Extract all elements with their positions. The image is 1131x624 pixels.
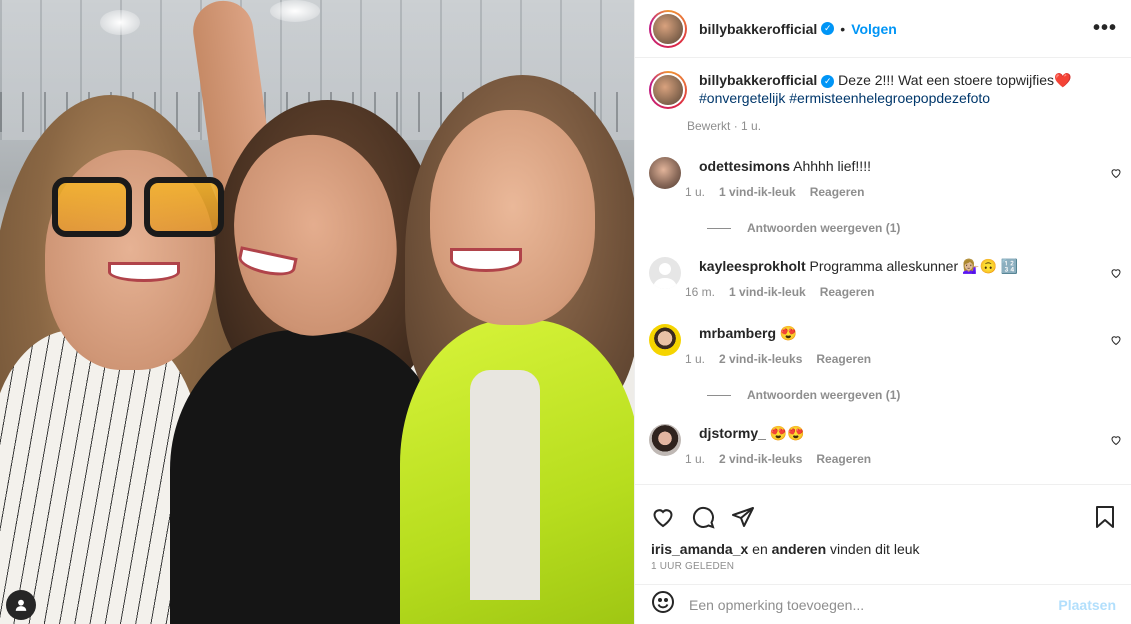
more-options-icon[interactable]: ••• (1093, 17, 1117, 40)
tagged-user-icon[interactable] (6, 590, 36, 620)
reply-button[interactable]: Reageren (816, 352, 871, 366)
post-actions: iris_amanda_x en anderen vinden dit leuk… (635, 484, 1131, 584)
post-comment-button[interactable]: Plaatsen (1058, 597, 1116, 613)
reply-button[interactable]: Reageren (820, 285, 875, 299)
comment-text: 😍 (779, 325, 798, 341)
person-right-shirt (470, 370, 540, 600)
comment-likes[interactable]: 1 vind-ik-leuk (729, 285, 806, 299)
commenter-avatar[interactable] (649, 157, 681, 189)
caption-time[interactable]: 1 u. (741, 119, 761, 133)
posted-time[interactable]: 1 UUR GELEDEN (635, 557, 1131, 572)
likes-summary[interactable]: iris_amanda_x en anderen vinden dit leuk (635, 537, 1131, 557)
comment-time[interactable]: 1 u. (685, 185, 705, 199)
comment-like-icon[interactable] (1110, 167, 1122, 182)
comment-likes[interactable]: 1 vind-ik-leuk (719, 185, 796, 199)
verified-badge-icon: ✓ (821, 74, 835, 88)
add-comment-bar: Plaatsen (635, 584, 1131, 624)
comment-input[interactable] (689, 596, 1059, 613)
comment-meta: 1 u. 2 vind-ik-leuks Reageren (685, 452, 871, 466)
comment-text: Programma alleskunner 💁🏼‍♀️🙃 🔢 (809, 258, 1019, 274)
photo-light (100, 10, 140, 35)
comment-time[interactable]: 1 u. (685, 352, 705, 366)
separator-dot: • (840, 20, 846, 37)
author-username[interactable]: billybakkerofficial (699, 21, 817, 37)
caption-meta: Bewerkt · 1 u. (687, 119, 762, 133)
person-right-face (430, 110, 595, 325)
commenter-avatar[interactable] (649, 324, 681, 356)
comments-list[interactable]: billybakkerofficial ✓ Deze 2!!! Wat een s… (635, 59, 1131, 484)
caption-avatar[interactable] (649, 71, 687, 109)
comment-icon[interactable] (691, 505, 715, 532)
view-replies-button[interactable]: Antwoorden weergeven (1) (707, 221, 900, 235)
view-replies-button[interactable]: Antwoorden weergeven (1) (707, 388, 900, 402)
comment-time[interactable]: 1 u. (685, 452, 705, 466)
sunglasses (52, 177, 227, 239)
caption: billybakkerofficial ✓ Deze 2!!! Wat een s… (649, 71, 1119, 109)
follow-button[interactable]: Volgen (851, 21, 897, 37)
post-photo[interactable] (0, 0, 634, 624)
caption-text: Deze 2!!! Wat een stoere topwijfies❤️ (838, 72, 1072, 88)
comment-username[interactable]: kayleesprokholt (699, 258, 806, 274)
send-icon[interactable] (731, 505, 755, 532)
comment-time[interactable]: 16 m. (685, 285, 715, 299)
caption-username[interactable]: billybakkerofficial (699, 72, 817, 88)
comment-username[interactable]: odettesimons (699, 158, 790, 174)
smile (108, 262, 180, 282)
commenter-avatar[interactable] (649, 257, 681, 289)
author-avatar[interactable] (649, 9, 687, 48)
liked-by-others[interactable]: anderen (772, 541, 826, 557)
verified-badge-icon: ✓ (821, 22, 835, 35)
caption-hashtags[interactable]: #onvergetelijk #ermisteenhelegroepopdeze… (699, 90, 990, 106)
comment-text: Ahhhh lief!!!! (793, 158, 871, 174)
smile (450, 248, 522, 272)
comment-likes[interactable]: 2 vind-ik-leuks (719, 352, 802, 366)
reply-button[interactable]: Reageren (816, 452, 871, 466)
comment-like-icon[interactable] (1110, 334, 1122, 349)
commenter-avatar[interactable] (649, 424, 681, 456)
comment-meta: 1 u. 2 vind-ik-leuks Reageren (685, 352, 871, 366)
reply-button[interactable]: Reageren (810, 185, 865, 199)
comment-username[interactable]: djstormy_ (699, 425, 766, 441)
post-header: billybakkerofficial ✓ • Volgen ••• (635, 0, 1131, 58)
comment-username[interactable]: mrbamberg (699, 325, 776, 341)
comment-like-icon[interactable] (1110, 434, 1122, 449)
smiley-icon[interactable] (651, 590, 675, 620)
edited-label: Bewerkt (687, 119, 731, 133)
comment-meta: 1 u. 1 vind-ik-leuk Reageren (685, 185, 864, 199)
comment-meta: 16 m. 1 vind-ik-leuk Reageren (685, 285, 874, 299)
post-side-panel: billybakkerofficial ✓ • Volgen ••• billy… (634, 0, 1131, 624)
liked-by-user[interactable]: iris_amanda_x (651, 541, 748, 557)
comment-text: 😍😍 (769, 425, 805, 441)
comment-like-icon[interactable] (1110, 267, 1122, 282)
heart-icon[interactable] (651, 505, 675, 532)
comment-likes[interactable]: 2 vind-ik-leuks (719, 452, 802, 466)
bookmark-icon[interactable] (1094, 505, 1116, 532)
photo-light (270, 0, 320, 22)
